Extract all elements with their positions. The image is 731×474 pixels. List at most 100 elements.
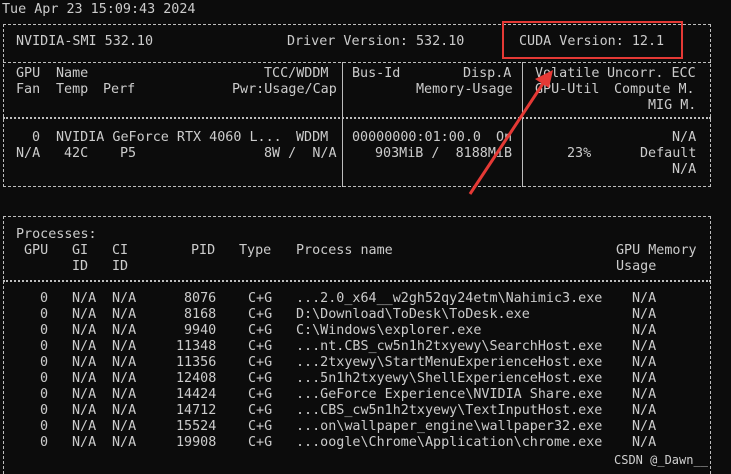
proc-name: ...5n1h2txyewy\ShellExperienceHost.exe — [296, 371, 603, 386]
proc-header-ci-id: ID — [112, 259, 129, 274]
gpu-perf: P5 — [120, 146, 137, 161]
proc-mem: N/A — [632, 355, 657, 370]
proc-name: ...GeForce Experience\NVIDIA Share.exe — [296, 387, 603, 402]
gpu-display-active: On — [496, 130, 513, 145]
proc-name: ...nt.CBS_cw5n1h2txyewy\SearchHost.exe — [296, 339, 603, 354]
proc-ci: N/A — [112, 403, 137, 418]
gpu-mig-mode: N/A — [672, 162, 697, 177]
header-memory-usage: Memory-Usage — [416, 82, 513, 97]
proc-ci: N/A — [112, 291, 137, 306]
header-fan: Fan — [16, 82, 41, 97]
header-name: Name — [56, 66, 89, 81]
proc-header-gi: GI — [72, 243, 89, 258]
proc-ci: N/A — [112, 435, 137, 450]
proc-type: C+G — [248, 419, 273, 434]
proc-pid: 14424 — [176, 387, 217, 402]
watermark: CSDN @_Dawn__ — [614, 453, 708, 467]
gpu-compute-mode: Default — [640, 146, 697, 161]
header-tcc-wddm: TCC/WDDM — [264, 66, 329, 81]
proc-mem: N/A — [632, 339, 657, 354]
proc-mem: N/A — [632, 387, 657, 402]
proc-gi: N/A — [72, 291, 97, 306]
proc-gpu: 0 — [40, 387, 49, 402]
timestamp: Tue Apr 23 15:09:43 2024 — [2, 2, 196, 17]
proc-ci: N/A — [112, 323, 137, 338]
header-mig-m: MIG M. — [648, 98, 697, 113]
proc-gi: N/A — [72, 323, 97, 338]
proc-header-gpu-memory: GPU Memory — [616, 243, 697, 258]
header-compute-m: Compute M. — [614, 82, 695, 97]
gpu-driver-mode: WDDM — [296, 130, 329, 145]
cuda-version-highlight — [502, 21, 683, 59]
gpu-power: 8W / N/A — [264, 146, 337, 161]
proc-pid: 8076 — [184, 291, 217, 306]
proc-type: C+G — [248, 435, 273, 450]
header-perf: Perf — [103, 82, 136, 97]
proc-gi: N/A — [72, 307, 97, 322]
driver-version: Driver Version: 532.10 — [287, 34, 465, 49]
proc-name: C:\Windows\explorer.exe — [296, 323, 482, 338]
proc-gpu: 0 — [40, 291, 49, 306]
proc-pid: 15524 — [176, 419, 217, 434]
proc-pid: 11356 — [176, 355, 217, 370]
proc-ci: N/A — [112, 307, 137, 322]
proc-pid: 8168 — [184, 307, 217, 322]
header-gpu: GPU — [16, 66, 41, 81]
proc-gpu: 0 — [40, 419, 49, 434]
gpu-temp: 42C — [64, 146, 89, 161]
proc-gpu: 0 — [40, 435, 49, 450]
header-double-divider — [3, 117, 711, 121]
proc-gi: N/A — [72, 403, 97, 418]
proc-gi: N/A — [72, 355, 97, 370]
proc-pid: 14712 — [176, 403, 217, 418]
proc-gpu: 0 — [40, 403, 49, 418]
header-volatile: Volatile — [535, 66, 600, 81]
proc-type: C+G — [248, 355, 273, 370]
proc-type: C+G — [248, 291, 273, 306]
proc-gi: N/A — [72, 435, 97, 450]
gpu-id: 0 — [32, 130, 41, 145]
proc-type: C+G — [248, 403, 273, 418]
header-bus-id: Bus-Id — [352, 66, 401, 81]
proc-pid: 9940 — [184, 323, 217, 338]
proc-name: ...2.0_x64__w2gh52qy24etm\Nahimic3.exe — [296, 291, 603, 306]
proc-type: C+G — [248, 307, 273, 322]
header-pwr: Pwr:Usage/Cap — [232, 82, 337, 97]
proc-name: D:\Download\ToDesk\ToDesk.exe — [296, 307, 530, 322]
proc-type: C+G — [248, 387, 273, 402]
proc-type: C+G — [248, 339, 273, 354]
proc-gpu: 0 — [40, 355, 49, 370]
proc-gpu: 0 — [40, 323, 49, 338]
proc-mem: N/A — [632, 307, 657, 322]
proc-pid: 19908 — [176, 435, 217, 450]
proc-type: C+G — [248, 371, 273, 386]
proc-header-type: Type — [239, 243, 272, 258]
gpu-fan: N/A — [16, 146, 41, 161]
nvidia-smi-version: NVIDIA-SMI 532.10 — [16, 34, 154, 49]
proc-mem: N/A — [632, 435, 657, 450]
proc-gpu: 0 — [40, 307, 49, 322]
proc-header-gpu: GPU — [24, 243, 49, 258]
proc-pid: 12408 — [176, 371, 217, 386]
proc-ci: N/A — [112, 339, 137, 354]
proc-ci: N/A — [112, 387, 137, 402]
proc-gi: N/A — [72, 371, 97, 386]
gpu-name: NVIDIA GeForce RTX 4060 L... — [56, 130, 282, 145]
gpu-utilization: 23% — [567, 146, 592, 161]
proc-gi: N/A — [72, 387, 97, 402]
proc-gpu: 0 — [40, 371, 49, 386]
proc-header-usage: Usage — [616, 259, 657, 274]
proc-type: C+G — [248, 323, 273, 338]
proc-gpu: 0 — [40, 339, 49, 354]
proc-ci: N/A — [112, 371, 137, 386]
proc-gi: N/A — [72, 339, 97, 354]
gpu-bus-id: 00000000:01:00.0 — [352, 130, 481, 145]
proc-mem: N/A — [632, 323, 657, 338]
proc-name: ...2txyewy\StartMenuExperienceHost.exe — [296, 355, 603, 370]
proc-name: ...CBS_cw5n1h2txyewy\TextInputHost.exe — [296, 403, 603, 418]
header-temp: Temp — [56, 82, 89, 97]
header-gpu-util: GPU-Util — [535, 82, 600, 97]
proc-header-ci: CI — [112, 243, 129, 258]
proc-header-pid: PID — [191, 243, 216, 258]
column-divider-1 — [342, 62, 343, 187]
